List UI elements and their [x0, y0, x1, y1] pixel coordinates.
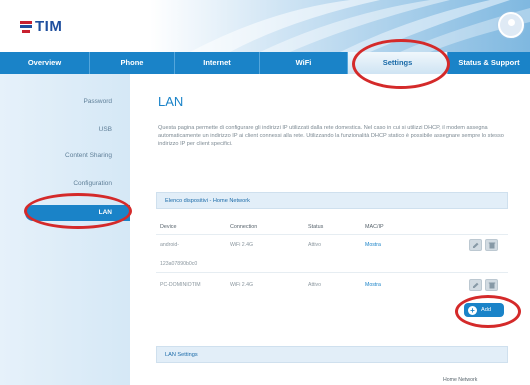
intro-text: Questa pagina permette di configurare gl… — [158, 125, 504, 148]
row1-status: Attivo — [308, 242, 321, 248]
sidebar: Password USB Content Sharing Configurati… — [0, 74, 130, 385]
sidebar-item-configuration[interactable]: Configuration — [73, 180, 112, 187]
sidebar-item-password[interactable]: Password — [83, 98, 112, 105]
devices-section-header: Elenco dispositivi - Home Network — [156, 192, 508, 209]
tab-status-support[interactable]: Status & Support — [448, 52, 530, 74]
row1-connection: WiFi 2.4G — [230, 242, 254, 248]
tab-overview[interactable]: Overview — [0, 52, 90, 74]
edit-icon[interactable] — [469, 279, 482, 291]
row1-device: android- — [160, 242, 180, 248]
tab-internet[interactable]: Internet — [175, 52, 260, 74]
tab-settings[interactable]: Settings — [348, 52, 448, 74]
tim-logo-mark — [20, 20, 32, 33]
row2-mac-link[interactable]: Mostra — [365, 282, 381, 288]
table-divider — [156, 234, 508, 235]
tim-logo: TIM — [20, 18, 62, 35]
header-swoosh-graphic — [150, 0, 530, 52]
tim-logo-text: TIM — [35, 18, 63, 35]
page-title: LAN — [158, 94, 184, 109]
delete-icon[interactable] — [485, 239, 498, 251]
column-header-mac-ip: MAC/IP — [365, 224, 384, 230]
delete-icon[interactable] — [485, 279, 498, 291]
row1-mac-link[interactable]: Mostra — [365, 242, 381, 248]
edit-icon[interactable] — [469, 239, 482, 251]
table-row-divider — [156, 272, 508, 273]
column-header-status: Status — [308, 224, 324, 230]
row2-device: PC-DOMINIOTIM — [160, 282, 201, 288]
add-button-label: Add — [481, 307, 491, 313]
header: TIM — [0, 0, 530, 52]
row1-device-id: 123a07890b0c0 — [160, 261, 198, 267]
main-content: LAN Questa pagina permette di configurar… — [130, 74, 530, 385]
column-header-device: Device — [160, 224, 177, 230]
main-nav: Overview Phone Internet WiFi Settings St… — [0, 52, 530, 74]
sidebar-item-usb[interactable]: USB — [99, 126, 112, 133]
router-admin-page: TIM Overview Phone Internet WiFi Setting… — [0, 0, 530, 385]
column-header-connection: Connection — [230, 224, 258, 230]
row2-status: Attivo — [308, 282, 321, 288]
lan-settings-section-header[interactable]: LAN Settings — [156, 346, 508, 363]
tab-wifi[interactable]: WiFi — [260, 52, 348, 74]
sidebar-item-lan[interactable]: LAN — [25, 205, 130, 221]
row2-connection: WiFi 2.4G — [230, 282, 254, 288]
add-device-button[interactable]: + Add — [464, 303, 504, 317]
home-network-label: Home Network — [443, 377, 478, 383]
sidebar-item-content-sharing[interactable]: Content Sharing — [65, 152, 112, 159]
user-icon[interactable] — [498, 12, 524, 38]
plus-icon: + — [468, 305, 477, 315]
tab-phone[interactable]: Phone — [90, 52, 175, 74]
